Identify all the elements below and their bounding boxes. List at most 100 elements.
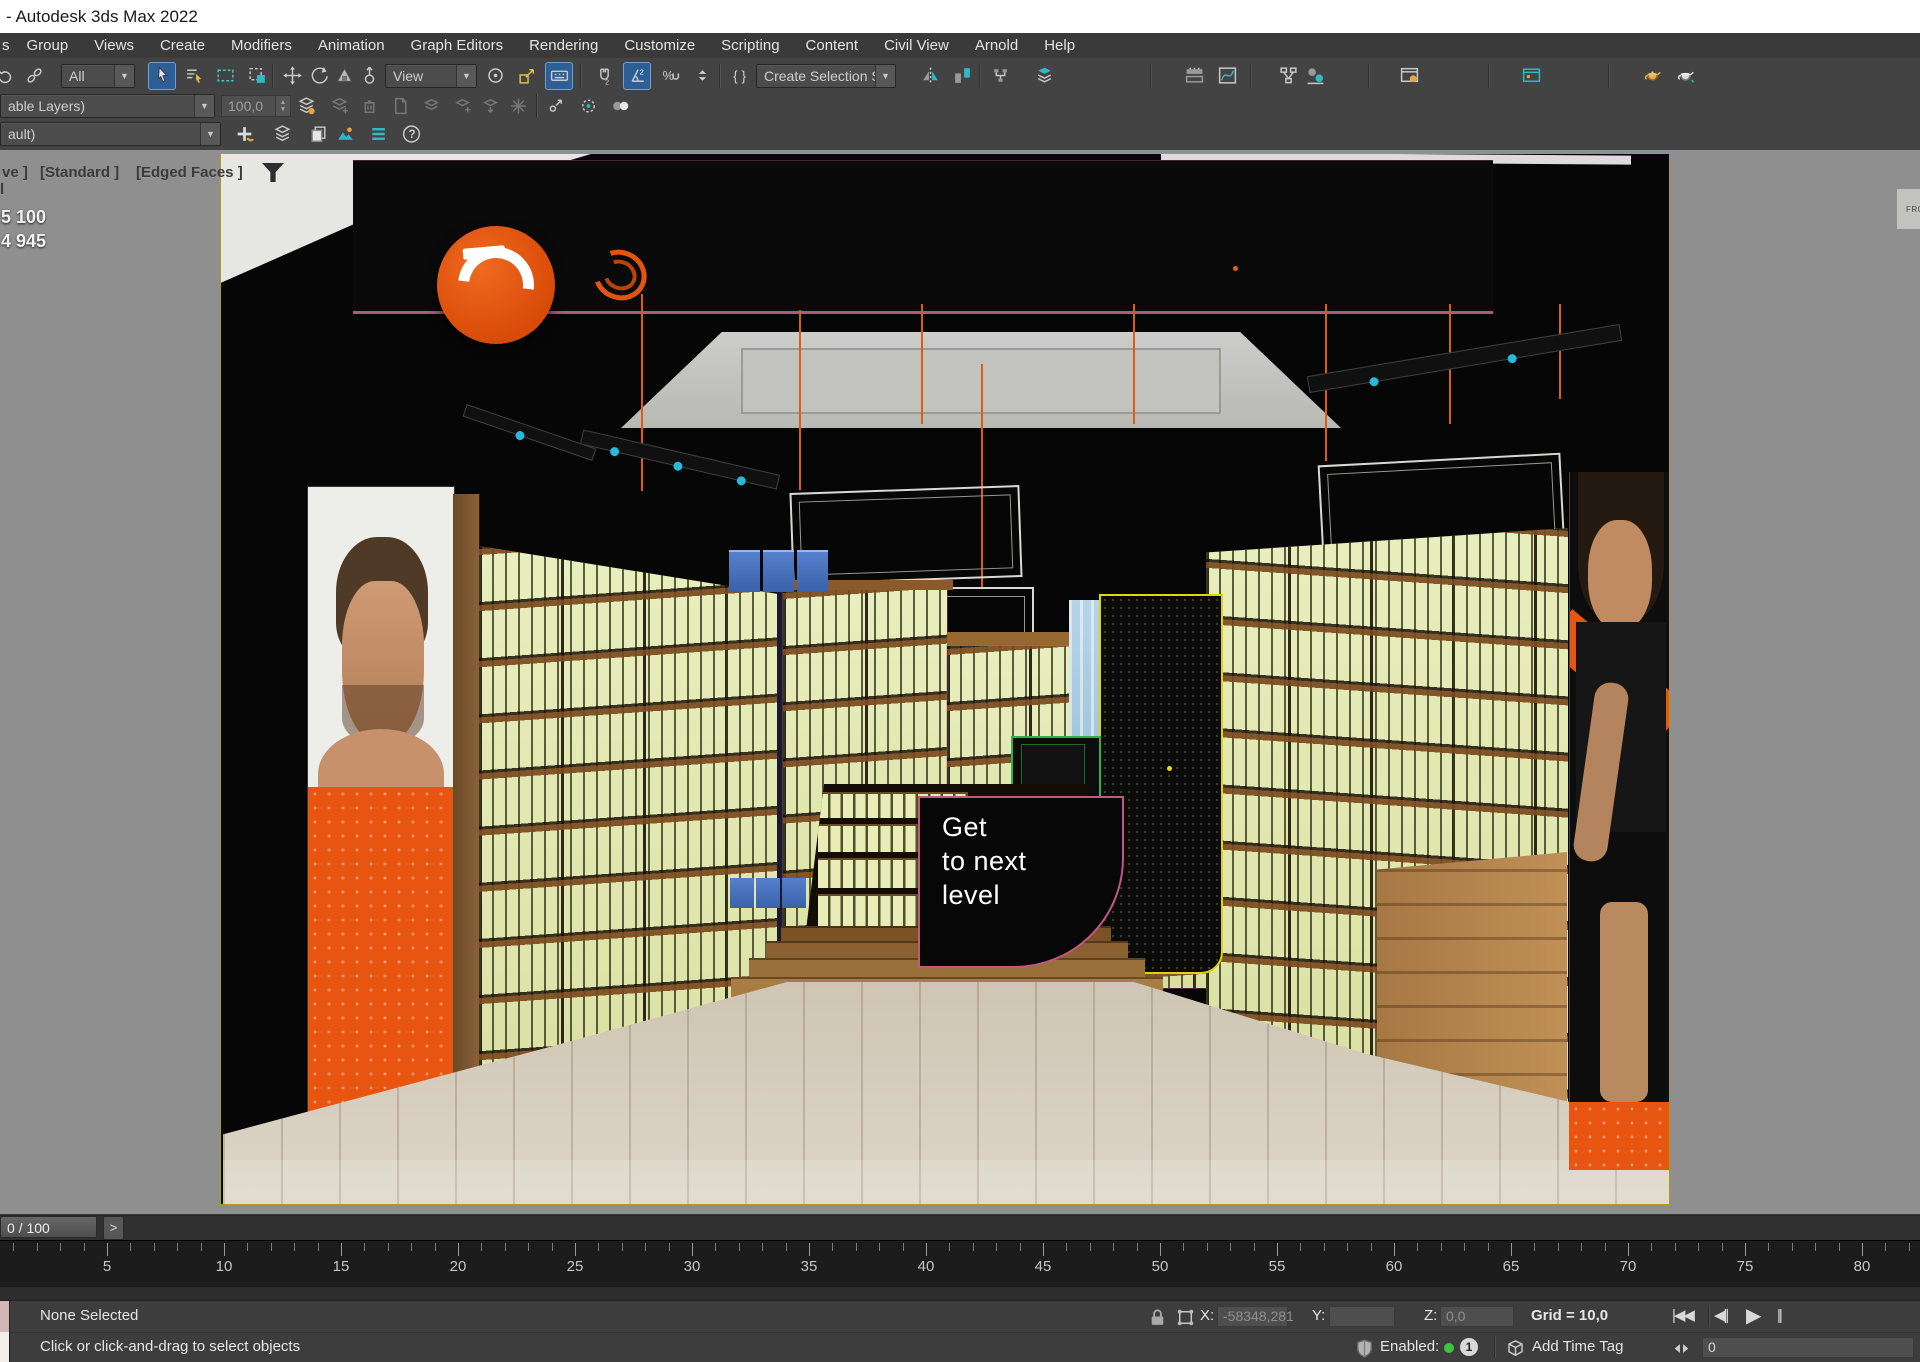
schematic-view-icon[interactable]	[1274, 62, 1302, 90]
named-sets-icon[interactable]: { }	[726, 62, 754, 90]
viewcube[interactable]: FRONT	[1896, 188, 1920, 230]
time-slider-handle[interactable]: 0 / 100	[0, 1216, 97, 1238]
dolly-view-icon[interactable]	[608, 94, 632, 117]
absolute-offset-toggle-icon[interactable]	[1174, 1306, 1196, 1328]
mini-listener-white[interactable]	[0, 1332, 10, 1362]
percent-snap-icon[interactable]: %	[656, 62, 684, 90]
create-selection-set-dropdown[interactable]: Create Selection Set▼	[756, 64, 896, 88]
z-coordinate-field[interactable]: 0,0	[1440, 1306, 1514, 1327]
window-crossing-icon[interactable]	[243, 62, 271, 90]
layer-explorer-icon[interactable]	[1030, 62, 1058, 90]
scene-explorer-icon[interactable]	[986, 62, 1014, 90]
current-frame-field[interactable]: 0	[1702, 1337, 1914, 1358]
keyboard-override-icon[interactable]	[545, 62, 573, 90]
curve-editor-icon[interactable]	[1213, 62, 1241, 90]
selection-filter-dropdown[interactable]: All▼	[61, 64, 135, 88]
menu-item-civil-view[interactable]: Civil View	[871, 33, 962, 58]
link-icon[interactable]	[20, 62, 48, 90]
y-coordinate-field[interactable]	[1329, 1306, 1395, 1327]
chevron-down-icon[interactable]: ▼	[875, 65, 895, 87]
chevron-down-icon[interactable]: ▼	[200, 123, 220, 145]
state-list-icon[interactable]	[365, 121, 392, 148]
use-center-icon[interactable]	[481, 62, 509, 90]
x-coordinate-field[interactable]: -58348,281	[1217, 1306, 1288, 1327]
mirror-icon[interactable]	[916, 62, 944, 90]
select-by-name-icon[interactable]	[180, 62, 208, 90]
next-frame-button[interactable]: >	[103, 1216, 124, 1240]
menu-item-arnold[interactable]: Arnold	[962, 33, 1031, 58]
state-set-dropdown[interactable]: ault)▼	[0, 122, 221, 146]
help-icon[interactable]: ?	[398, 121, 425, 148]
selection-center-icon[interactable]	[576, 94, 600, 117]
manipulate-icon[interactable]	[513, 62, 541, 90]
go-to-start-button[interactable]: |◀◀	[1672, 1301, 1693, 1331]
viewport-label-shading[interactable]: [Standard ]	[40, 164, 119, 181]
state-copy-icon[interactable]	[305, 121, 332, 148]
menu-item-rendering[interactable]: Rendering	[516, 33, 611, 58]
menu-item-graph-editors[interactable]: Graph Editors	[398, 33, 517, 58]
spinner-snap-icon[interactable]	[688, 62, 716, 90]
menu-item-group[interactable]: Group	[14, 33, 82, 58]
undo-icon[interactable]	[0, 62, 19, 90]
key-mode-toggle-icon[interactable]	[1670, 1337, 1692, 1359]
region-rect-icon[interactable]	[211, 62, 239, 90]
ribbon-icon[interactable]	[1180, 62, 1208, 90]
layer-stack2-icon[interactable]	[419, 94, 443, 117]
render-production-icon[interactable]	[1638, 62, 1666, 90]
reference-coordinate-dropdown[interactable]: View▼	[385, 64, 477, 88]
viewport-label-fragment[interactable]: ve ]	[2, 164, 28, 181]
ruler-tick	[973, 1243, 974, 1251]
menu-item-content[interactable]: Content	[793, 33, 872, 58]
layer-addsel-icon[interactable]	[450, 94, 474, 117]
selection-lock-icon[interactable]	[1146, 1306, 1168, 1328]
menu-item-scripting[interactable]: Scripting	[708, 33, 792, 58]
viewcube-face-label[interactable]: FRONT	[1906, 205, 1920, 214]
chevron-down-icon[interactable]: ▼	[456, 65, 476, 87]
enabled-green-dot[interactable]	[1444, 1343, 1454, 1353]
state-plus-icon[interactable]	[231, 121, 258, 148]
ruler-frame-label: 50	[1152, 1258, 1169, 1275]
menu-item-help[interactable]: Help	[1031, 33, 1088, 58]
menu-item-customize[interactable]: Customize	[611, 33, 708, 58]
add-time-tag[interactable]: Add Time Tag	[1532, 1332, 1623, 1362]
viewport-perspective[interactable]: Get to next level ve ] [Standar	[0, 150, 1920, 1214]
render-state-icon[interactable]	[332, 121, 359, 148]
previous-frame-button[interactable]: ◀||	[1714, 1301, 1727, 1331]
align-icon[interactable]	[948, 62, 976, 90]
layer-doc-icon[interactable]	[388, 94, 412, 117]
snaps-toggle-icon[interactable]: 2	[590, 62, 618, 90]
layer-list-dropdown[interactable]: able Layers)▼	[0, 94, 215, 118]
layer-plus-icon[interactable]	[327, 94, 351, 117]
layer-trash-icon[interactable]	[357, 94, 381, 117]
chevron-down-icon[interactable]: ▼	[194, 95, 214, 117]
states-stack-icon[interactable]	[269, 121, 296, 148]
viewport-label-style[interactable]: [Edged Faces ]	[136, 164, 243, 181]
render-iterative-icon[interactable]	[1671, 62, 1699, 90]
rendered-frame-icon[interactable]	[1517, 62, 1545, 90]
time-slider-track[interactable]	[0, 1215, 1920, 1240]
select-object-icon[interactable]	[148, 62, 176, 90]
percent-field[interactable]: 100,0▲▼	[221, 95, 291, 117]
mini-listener-pink[interactable]	[0, 1301, 10, 1332]
timeline-ruler[interactable]: 5101520253035404550556065707580	[0, 1240, 1920, 1287]
play-button[interactable]: ▶	[1746, 1301, 1759, 1331]
menu-item-animation[interactable]: Animation	[305, 33, 398, 58]
manage-layers-icon[interactable]	[294, 94, 318, 117]
chevron-down-icon[interactable]: ▼	[114, 65, 134, 87]
rotate-icon[interactable]	[305, 62, 333, 90]
isolate-selection-icon[interactable]	[543, 94, 567, 117]
menu-item-views[interactable]: Views	[81, 33, 147, 58]
menu-item-modifiers[interactable]: Modifiers	[218, 33, 305, 58]
spinner-arrows-icon[interactable]: ▲▼	[275, 96, 290, 116]
layer-getsel-icon[interactable]	[478, 94, 502, 117]
select-place-icon[interactable]	[355, 62, 383, 90]
angle-snap-icon[interactable]: 2	[623, 62, 651, 90]
enabled-count-badge[interactable]: 1	[1460, 1338, 1478, 1356]
render-setup-icon[interactable]	[1395, 62, 1423, 90]
menu-item-create[interactable]: Create	[147, 33, 218, 58]
material-editor-icon[interactable]	[1301, 62, 1329, 90]
move-icon[interactable]	[278, 62, 306, 90]
scale-icon[interactable]	[330, 62, 358, 90]
layer-freeze-icon[interactable]	[506, 94, 530, 117]
menu-item-s[interactable]: s	[0, 33, 14, 58]
